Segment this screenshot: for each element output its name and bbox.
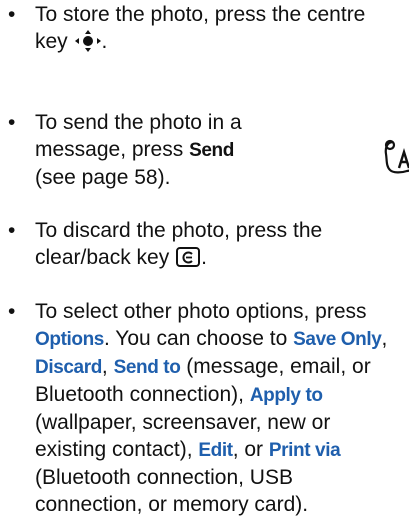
text-segment: , bbox=[101, 355, 114, 378]
bullet: • bbox=[8, 111, 16, 134]
menu-send-to-label: Send to bbox=[113, 357, 181, 378]
list-item-text: To select other photo options, press Opt… bbox=[35, 298, 403, 518]
text-segment: . bbox=[201, 246, 207, 269]
manual-page: • To store the photo, press the centre k… bbox=[0, 0, 409, 516]
text-segment: (Bluetooth connection, USB connection, o… bbox=[35, 466, 309, 516]
menu-print-via-label: Print via bbox=[268, 440, 341, 461]
list-item-text: To store the photo, press the centre key… bbox=[35, 1, 403, 55]
list-item-text: To discard the photo, press the clear/ba… bbox=[35, 217, 403, 271]
menu-discard-label: Discard bbox=[35, 357, 102, 378]
menu-apply-to-label: Apply to bbox=[249, 385, 323, 406]
menu-save-only-label: Save Only bbox=[293, 329, 382, 350]
bullet: • bbox=[8, 300, 16, 323]
softkey-options-label: Options bbox=[35, 329, 104, 350]
nav-center-key-icon bbox=[74, 30, 101, 52]
text-segment: (see page 58). bbox=[35, 166, 171, 189]
accessibility-margin-icon bbox=[384, 139, 409, 174]
text-segment: To select other photo options, press bbox=[35, 300, 367, 323]
menu-edit-label: Edit bbox=[198, 440, 233, 461]
text-segment: , bbox=[381, 327, 388, 350]
clear-back-key-icon bbox=[176, 247, 201, 267]
text-segment: . bbox=[101, 30, 108, 53]
list-item-text: To send the photo in a message, press Se… bbox=[35, 109, 268, 191]
text-segment: . You can choose to bbox=[103, 327, 294, 350]
bullet: • bbox=[8, 219, 16, 242]
text-segment: , or bbox=[232, 438, 269, 461]
softkey-send-label: Send bbox=[189, 140, 234, 161]
bullet: • bbox=[8, 3, 16, 26]
